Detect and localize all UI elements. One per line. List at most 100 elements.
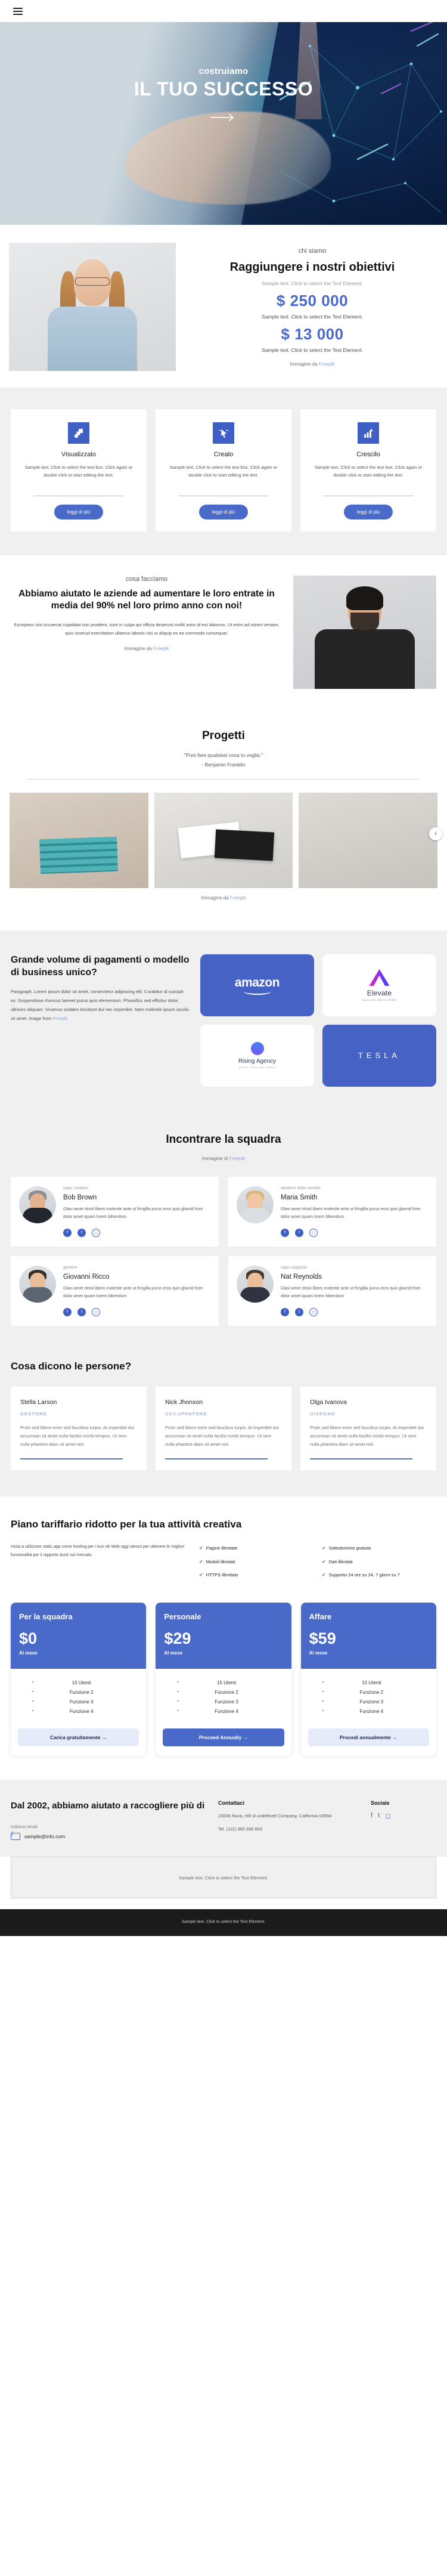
mail-icon (11, 1833, 20, 1841)
testimonial-body: Proin sed libero enim sed faucibus turpi… (165, 1424, 279, 1448)
footer-contacts-phone: Tel. (111) 360 336 663 (218, 1826, 262, 1832)
elevate-logo-tagline: TAGLINE GOES HERE (362, 998, 397, 1001)
pricing-feature-label: HTTPS illimitato (206, 1572, 238, 1578)
instagram-icon[interactable]: ◻ (385, 1812, 390, 1820)
check-icon: ✔ (322, 1572, 326, 1578)
testimonial-card[interactable]: Nick Jhonson SVILUPPATORE Proin sed libe… (156, 1386, 291, 1470)
instagram-icon[interactable]: ◻ (309, 1307, 318, 1316)
pricing-plan-card[interactable]: Personale $29 Al mese 15 Utenti Funzione… (156, 1603, 291, 1756)
pricing-plan-period: Al mese (19, 1650, 38, 1656)
facebook-icon[interactable]: f (281, 1307, 289, 1316)
check-icon: ✔ (199, 1545, 203, 1551)
twitter-icon[interactable]: t (295, 1228, 303, 1237)
tesla-logo-label: TESLA (358, 1051, 401, 1060)
what-we-do-image (293, 576, 436, 689)
footer-bottom-text: Sample text. Click to select the Text El… (182, 1920, 265, 1925)
what-we-do-section: cosa facciamo Abbiamo aiutato le aziende… (0, 555, 447, 709)
footer-email-label: Indirizzo email (11, 1825, 38, 1830)
facebook-icon[interactable]: f (281, 1228, 289, 1237)
about-credit-link[interactable]: Freepik (319, 361, 335, 367)
twitter-icon[interactable]: t (378, 1812, 380, 1820)
pricing-plan-cta-button[interactable]: Procedi annualmente → (308, 1728, 429, 1747)
pricing-description: Inizia a utilizzare static.app come host… (11, 1544, 185, 1557)
what-we-do-credit: Immagine da Freepik (11, 646, 283, 651)
instagram-icon[interactable]: ◻ (309, 1228, 318, 1237)
footer-left: Dal 2002, abbiamo aiutato a raccogliere … (11, 1800, 207, 1841)
instagram-icon[interactable]: ◻ (92, 1307, 100, 1316)
about-stat-secondary: $ 13 000 (281, 325, 344, 344)
team-header: Incontrare la squadra Immagine di Freepi… (11, 1133, 436, 1161)
testimonial-role: GESTORE (20, 1411, 47, 1417)
facebook-icon[interactable]: f (63, 1307, 72, 1316)
twitter-icon[interactable]: t (77, 1307, 86, 1316)
pricing-plan-cta-button[interactable]: Proceed Annually → (163, 1728, 284, 1747)
team-member-card[interactable]: direttore delle vendite Maria Smith Glav… (228, 1176, 436, 1247)
testimonial-card[interactable]: Stella Larson GESTORE Proin sed libero e… (11, 1386, 147, 1470)
feature-card-title: Visualizzalo (61, 451, 96, 458)
hamburger-menu-icon[interactable] (13, 7, 23, 15)
about-eyebrow: chi siamo (298, 248, 327, 255)
gallery-item[interactable] (10, 792, 148, 888)
testimonial-name: Stella Larson (20, 1398, 57, 1406)
avatar (237, 1186, 274, 1223)
team-member-grid: capo creativo Bob Brown Glavi amet ritni… (11, 1176, 436, 1326)
feature-card[interactable]: Crescilo Sample text. Click to select th… (300, 409, 436, 531)
about-title: Raggiungere i nostri obiettivi (229, 261, 395, 274)
footer-placeholder-text: Sample text. Click to select the Text El… (179, 1875, 268, 1881)
payments-logo-grid: amazon Elevate TAGLINE GOES HERE Rising … (200, 954, 436, 1087)
feature-card[interactable]: Crealo Sample text. Click to select the … (156, 409, 291, 531)
footer-title: Dal 2002, abbiamo aiutato a raccogliere … (11, 1801, 205, 1811)
projects-gallery: › (0, 780, 447, 888)
feature-card[interactable]: Visualizzalo Sample text. Click to selec… (11, 409, 147, 531)
what-we-do-paragraph: Excepteur sint occaecat cupidatat non pr… (14, 621, 280, 636)
team-member-name: Maria Smith (281, 1193, 318, 1201)
payments-paragraph-text: Paragraph. Lorem ipsum dolor sit amet, c… (11, 989, 189, 1022)
elevate-logo[interactable]: Elevate TAGLINE GOES HERE (322, 954, 436, 1016)
projects-credit-link[interactable]: Freepik (230, 895, 246, 901)
team-member-role: direttore delle vendite (281, 1186, 321, 1190)
pricing-plan-header: Affare $59 Al mese (300, 1603, 436, 1669)
facebook-icon[interactable]: f (371, 1812, 372, 1820)
footer-contacts-heading: Contattaci (218, 1800, 245, 1807)
pricing-plan-name: Per la squadra (19, 1612, 73, 1622)
about-subtitle: Sample text. Click to select the Text El… (262, 280, 363, 287)
check-icon: ✔ (199, 1558, 203, 1564)
rising-agency-logo[interactable]: Rising Agency YOUR TAGLINE HERE (200, 1024, 314, 1087)
team-credit-link[interactable]: Freepik (229, 1156, 246, 1161)
projects-credit: Immagine da Freepik (0, 888, 447, 919)
gallery-item[interactable] (154, 792, 293, 888)
chevron-right-icon[interactable]: › (429, 827, 442, 840)
testimonials-section: Cosa dicono le persone? Stella Larson GE… (0, 1349, 447, 1496)
feature-card-button[interactable]: leggi di più (198, 505, 249, 519)
feature-card-button[interactable]: leggi di più (54, 505, 104, 519)
arrow-right-icon[interactable] (210, 113, 237, 122)
team-member-card[interactable]: capo supporto Nat Reynolds Glavi amet ri… (228, 1255, 436, 1326)
footer-email-row[interactable]: sample@info.com (11, 1833, 207, 1841)
tesla-logo[interactable]: TESLA (322, 1024, 436, 1087)
rising-agency-logo-tagline: YOUR TAGLINE HERE (238, 1066, 276, 1069)
gallery-item[interactable] (299, 792, 438, 888)
what-we-do-credit-link[interactable]: Freepik (153, 646, 169, 651)
amazon-logo[interactable]: amazon (200, 954, 314, 1016)
avatar (237, 1265, 274, 1303)
facebook-icon[interactable]: f (63, 1228, 72, 1237)
testimonial-card[interactable]: Olga Ivanova DISEGNO Proin sed libero en… (300, 1386, 436, 1470)
pricing-plan-cta-button[interactable]: Carica gratuitamente → (18, 1728, 139, 1747)
team-credit: Immagine di Freepik (11, 1156, 436, 1161)
testimonial-body: Proin sed libero enim sed faucibus turpi… (310, 1424, 424, 1448)
pricing-plan-card[interactable]: Per la squadra $0 Al mese 15 Utenti Funz… (11, 1603, 147, 1756)
team-member-card[interactable]: capo creativo Bob Brown Glavi amet ritni… (11, 1176, 219, 1247)
feature-card-body: Sample text. Click to select the text bo… (24, 465, 133, 478)
about-section: chi siamo Raggiungere i nostri obiettivi… (0, 225, 447, 388)
team-member-card[interactable]: gestore Giovanni Ricco Glavi amet ritnis… (11, 1255, 219, 1326)
pricing-plan-card[interactable]: Affare $59 Al mese 15 Utenti Funzione 2 … (300, 1603, 436, 1756)
twitter-icon[interactable]: t (77, 1228, 86, 1237)
features-section: Visualizzalo Sample text. Click to selec… (0, 388, 447, 555)
payments-paragraph-link[interactable]: Freepik (52, 1016, 67, 1021)
pricing-plan-feature: Funzione 2 (19, 1688, 138, 1697)
twitter-icon[interactable]: t (295, 1307, 303, 1316)
feature-card-button[interactable]: leggi di più (343, 505, 393, 519)
instagram-icon[interactable]: ◻ (92, 1228, 100, 1237)
team-member-bio: Glavi amet ritnisl libero molestie ante … (281, 1207, 421, 1219)
pricing-plan-features: 15 Utenti Funzione 2 Funzione 3 Funzione… (156, 1669, 291, 1723)
